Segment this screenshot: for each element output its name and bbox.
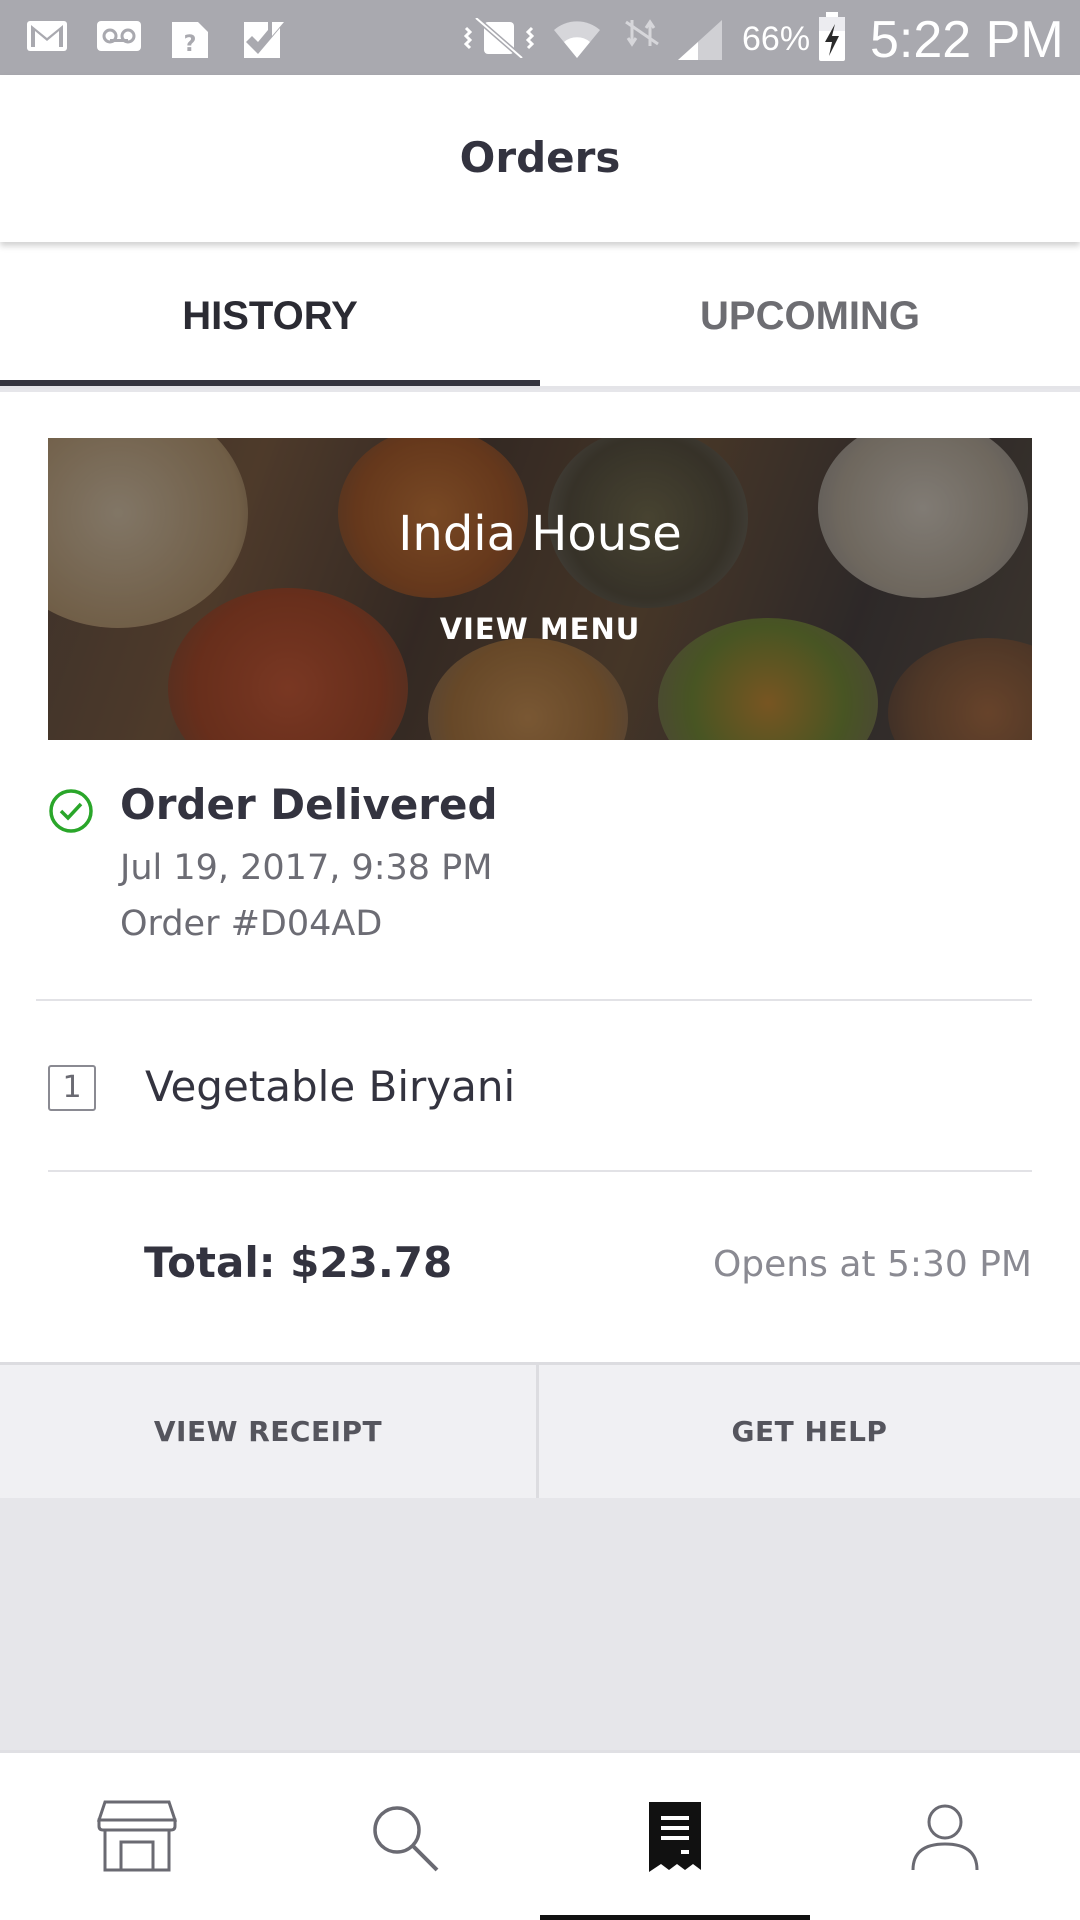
order-status: Order Delivered Jul 19, 2017, 9:38 PM Or… xyxy=(48,780,1032,958)
battery-charging-icon xyxy=(819,12,845,61)
tab-upcoming[interactable]: UPCOMING xyxy=(540,242,1080,389)
view-menu-link[interactable]: VIEW MENU xyxy=(48,612,1032,646)
order-total: Total: $23.78 xyxy=(144,1238,453,1287)
wifi-icon xyxy=(554,21,600,58)
orders-receipt-icon xyxy=(649,1802,701,1872)
signal-icon xyxy=(678,20,722,60)
battery-percent: 66% xyxy=(742,20,811,58)
item-name: Vegetable Biryani xyxy=(145,1062,516,1111)
vibrate-mute-icon xyxy=(463,18,535,58)
page-title: Orders xyxy=(459,133,621,182)
divider xyxy=(36,999,1032,1001)
divider xyxy=(48,1170,1032,1172)
banner-overlay xyxy=(48,438,1032,740)
gmail-icon xyxy=(27,21,67,51)
unknown-notification-icon: ? xyxy=(172,22,208,58)
order-status-title: Order Delivered xyxy=(120,780,498,829)
bottom-navigation xyxy=(0,1750,1080,1920)
restaurant-banner[interactable]: India House VIEW MENU xyxy=(48,438,1032,740)
order-actions: VIEW RECEIPT GET HELP xyxy=(0,1362,1080,1498)
order-card: India House VIEW MENU Order Delivered Ju… xyxy=(0,392,1080,1498)
view-receipt-button[interactable]: VIEW RECEIPT xyxy=(0,1365,539,1498)
profile-icon xyxy=(911,1804,979,1871)
nav-item-search[interactable] xyxy=(270,1753,540,1920)
check-circle-icon xyxy=(49,789,93,833)
svg-text:?: ? xyxy=(184,32,197,57)
voicemail-icon xyxy=(97,21,141,51)
order-number: Order #D04AD xyxy=(120,904,383,944)
active-nav-indicator xyxy=(540,1915,810,1920)
nav-item-profile[interactable] xyxy=(810,1753,1080,1920)
item-quantity: 1 xyxy=(48,1065,96,1111)
get-help-button[interactable]: GET HELP xyxy=(540,1365,1079,1498)
orders-tabs: HISTORY UPCOMING xyxy=(0,242,1080,389)
list-item: 1 Vegetable Biryani xyxy=(48,1052,1032,1142)
status-bar: ? 66% 5:22 PM xyxy=(0,0,1080,75)
nav-item-home[interactable] xyxy=(0,1753,270,1920)
search-icon xyxy=(373,1806,439,1872)
tab-history[interactable]: HISTORY xyxy=(0,242,540,389)
opening-time: Opens at 5:30 PM xyxy=(712,1244,1032,1285)
order-date: Jul 19, 2017, 9:38 PM xyxy=(120,848,493,888)
task-check-icon xyxy=(244,22,284,58)
store-icon xyxy=(96,1800,178,1872)
data-off-icon xyxy=(625,19,659,47)
app-header: Orders xyxy=(0,75,1080,242)
active-tab-indicator xyxy=(0,380,540,386)
clock: 5:22 PM xyxy=(870,11,1064,69)
restaurant-name: India House xyxy=(398,506,682,562)
nav-item-orders[interactable] xyxy=(540,1753,810,1920)
